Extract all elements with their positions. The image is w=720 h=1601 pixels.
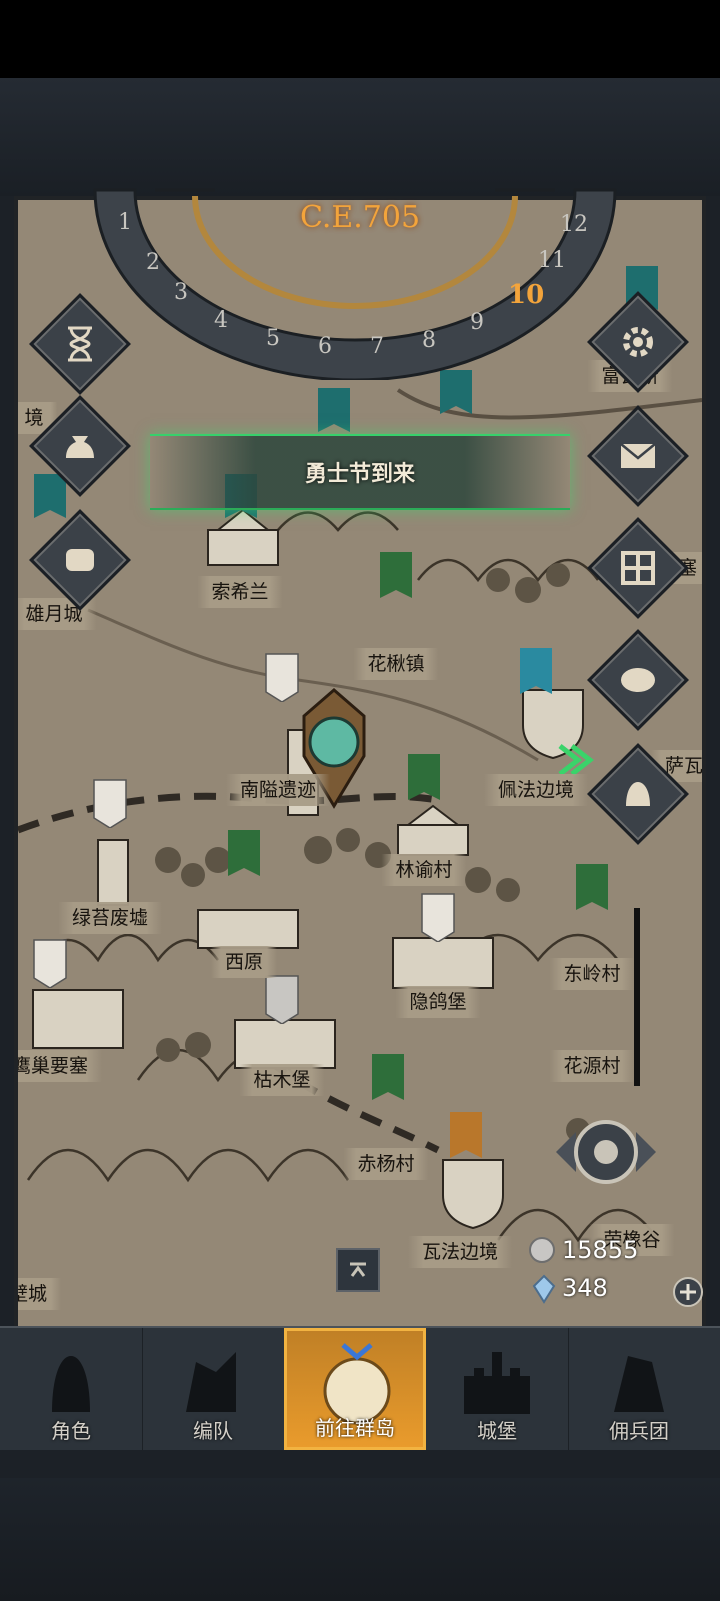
coin-icon [605,647,671,713]
tree-banner-icon [408,754,440,800]
place-label[interactable]: 瓦法边境 [407,1236,513,1268]
grid-icon [605,535,671,601]
place-label[interactable]: 枯木堡 [239,1064,325,1096]
month-label: 2 [146,250,160,275]
place-label[interactable]: 索希兰 [197,576,283,608]
add-currency-button[interactable] [672,1276,704,1308]
crystal-count: 348 [562,1274,608,1302]
crown-banner-icon [265,975,299,1024]
white-banner-icon [265,653,299,702]
status-bar [0,0,720,78]
place-label[interactable]: 壁城 [18,1278,62,1310]
envelope-icon [605,423,671,489]
place-label[interactable]: 西原 [210,946,278,978]
orange-banner-icon [450,1112,482,1158]
tree-banner-icon [380,552,412,598]
month-label: 12 [560,212,588,237]
nav-islands[interactable]: 前往群岛 [284,1328,426,1450]
collapse-button[interactable] [336,1248,380,1292]
border-shield-icon[interactable] [428,1150,518,1230]
month-label: 9 [470,310,484,335]
castle-icon [464,1352,530,1414]
nav-character[interactable]: 角色 [0,1328,143,1450]
place-label[interactable]: 花楸镇 [353,648,439,680]
white-banner-icon [93,779,127,828]
month-ring[interactable]: 1 2 3 4 5 6 7 8 9 10 11 12 [108,204,628,359]
crystal-banner-icon [520,648,552,694]
white-banner-icon [33,939,67,988]
nav-label: 前往群岛 [315,1416,395,1440]
nav-label: 佣兵团 [609,1419,669,1443]
nav-label: 角色 [51,1419,91,1443]
place-label[interactable]: 南隘遗迹 [225,774,331,806]
tree-banner-icon [576,864,608,910]
month-label: 5 [266,326,280,351]
mercenary-icon [614,1356,664,1412]
settlement-icon[interactable] [388,800,478,860]
gear-icon [605,309,671,375]
tree-banner-icon [372,1054,404,1100]
white-banner-icon [421,893,455,942]
place-label[interactable]: 东岭村 [549,958,635,990]
place-label[interactable]: 鹰巢要塞 [18,1050,103,1082]
place-label[interactable]: 赤杨村 [343,1148,429,1180]
silver-coin-icon [529,1237,555,1263]
nav-formation[interactable]: 编队 [142,1328,285,1450]
knight-helmet-icon [52,1356,90,1412]
current-month-label: 10 [508,280,545,310]
helmet-icon [605,761,671,827]
event-title: 勇士节到来 [304,462,415,487]
place-label[interactable]: 林谕村 [381,854,467,886]
tower-icon[interactable] [88,830,138,910]
month-label: 8 [422,328,436,353]
month-label: 3 [174,280,188,305]
bag-icon [47,413,113,479]
month-label: 11 [538,248,566,273]
nav-castle[interactable]: 城堡 [426,1328,569,1450]
crystal-icon [532,1274,556,1304]
moon-banner-icon [318,388,350,432]
bottom-nav: 角色 编队 前往群岛 城堡 佣兵团 [0,1326,720,1450]
castle-icon[interactable] [193,890,303,950]
formation-icon [186,1352,236,1412]
month-label: 1 [118,210,132,235]
nav-mercenary[interactable]: 佣兵团 [568,1328,710,1450]
border-line [634,908,640,1086]
place-label[interactable]: 佩法边境 [483,774,589,806]
hourglass-icon [47,311,113,377]
tree-banner-icon [228,830,260,876]
collapse-up-icon [350,1262,366,1277]
silver-count: 15855 [562,1236,639,1264]
nav-label: 城堡 [477,1419,517,1443]
place-label[interactable]: 隐鸽堡 [395,986,481,1018]
place-label[interactable]: 绿苔废墟 [57,902,163,934]
place-label[interactable]: 花源村 [549,1050,635,1082]
scroll-icon [47,527,113,593]
nav-label: 编队 [193,1419,233,1443]
month-label: 7 [370,334,384,359]
compass-button[interactable] [554,1110,658,1194]
month-label: 4 [214,308,228,333]
event-banner[interactable]: 勇士节到来 [150,434,570,510]
bottom-band [0,1478,720,1601]
month-label: 6 [318,334,332,359]
